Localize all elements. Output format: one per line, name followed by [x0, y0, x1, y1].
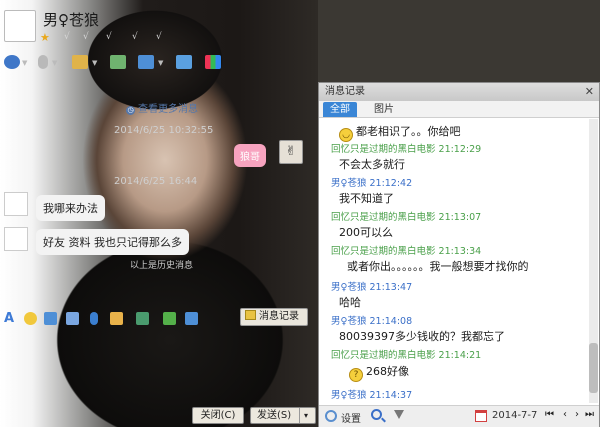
smile-emoji-icon: ◡ — [339, 128, 353, 142]
message-sender: 回忆只是过期的黑白电影 21:14:21 — [331, 350, 482, 361]
status-tick-icon: √ — [106, 32, 112, 42]
status-tick-icon: √ — [83, 32, 89, 42]
chat-toolbar: ▼ ▼ ▼ ▼ — [0, 52, 318, 74]
status-tick-icon: √ — [156, 32, 162, 42]
status-tick-icon: √ — [132, 32, 138, 42]
message-input[interactable] — [0, 332, 318, 402]
remote-icon[interactable] — [185, 312, 198, 325]
history-footer: 设置 2014-7-7 ⏮ ‹ › ⏭ — [319, 405, 599, 427]
contact-avatar-small[interactable] — [4, 192, 28, 216]
received-message-bubble: 我哪来办法 — [36, 195, 105, 221]
message-body: 都老相识了。。你给吧 — [356, 125, 461, 138]
message-sender: 男♀苍狼 21:12:42 — [331, 178, 413, 189]
contact-nickname: 男♀苍狼 — [43, 11, 99, 29]
next-page-button[interactable]: › — [575, 409, 579, 420]
message-sender: 回忆只是过期的黑白电影 21:13:07 — [331, 212, 482, 223]
history-title-bar: 消息记录 ✕ — [319, 83, 599, 101]
message-text: ◡ 都老相识了。。你给吧 — [339, 123, 461, 142]
message-timestamp: 2014/6/25 16:44 — [114, 176, 198, 187]
screenshot-icon[interactable] — [66, 312, 79, 325]
send-button-label: 发送(S) — [257, 410, 292, 421]
message-sender: 回忆只是过期的黑白电影 21:12:29 — [331, 144, 482, 155]
close-icon[interactable]: ✕ — [585, 83, 594, 101]
message-history-button[interactable]: 消息记录 — [240, 308, 308, 326]
message-history-panel: 消息记录 ✕ 全部 图片 ◡ 都老相识了。。你给吧 回忆只是过期的黑白电影 21:… — [318, 82, 600, 427]
message-sender: 男♀苍狼 21:14:37 — [331, 390, 413, 401]
thinking-emoji-icon: ? — [349, 368, 363, 382]
mic-icon[interactable] — [38, 55, 48, 69]
tab-images[interactable]: 图片 — [367, 102, 401, 117]
message-body: 268好像 — [366, 365, 409, 378]
history-message-list: ◡ 都老相识了。。你给吧 回忆只是过期的黑白电影 21:12:29 不会太多就行 … — [319, 119, 589, 403]
apps-grid-icon[interactable] — [205, 55, 221, 69]
message-sender: 男♀苍狼 21:13:47 — [331, 282, 413, 293]
gear-icon[interactable] — [325, 410, 337, 422]
first-page-button[interactable]: ⏮ — [545, 409, 554, 420]
message-timestamp: 2014/6/25 10:32:55 — [114, 125, 214, 136]
font-icon[interactable]: A — [4, 312, 17, 325]
history-icon — [245, 310, 256, 320]
divider — [299, 408, 300, 423]
app-icon[interactable] — [110, 55, 126, 69]
message-text: ? 268好像 — [349, 363, 409, 382]
last-page-button[interactable]: ⏭ — [585, 409, 594, 420]
chevron-down-icon[interactable]: ▾ — [304, 408, 308, 423]
history-date[interactable]: 2014-7-7 — [492, 410, 537, 421]
message-body: 我不知道了 — [339, 192, 394, 205]
image-icon[interactable] — [176, 55, 192, 69]
my-avatar[interactable]: ✌ — [279, 140, 303, 164]
history-divider-label: 以上是历史消息 — [130, 261, 194, 271]
shake-icon[interactable] — [44, 312, 57, 325]
message-body: 200可以么 — [339, 226, 393, 239]
send-button[interactable]: 发送(S) ▾ — [250, 407, 316, 424]
message-body: 哈哈 — [339, 296, 361, 309]
see-more-label: 查看更多消息 — [138, 104, 198, 115]
message-sender: 男♀苍狼 21:14:08 — [331, 316, 413, 327]
tab-all[interactable]: 全部 — [323, 102, 357, 117]
history-tabs: 全部 图片 — [319, 101, 599, 118]
chevron-down-icon[interactable]: ▼ — [158, 59, 163, 67]
message-body: 不会太多就行 — [339, 158, 405, 171]
message-body: 80039397多少钱收的？我都忘了 — [339, 330, 505, 343]
prev-page-button[interactable]: ‹ — [563, 409, 567, 420]
contact-avatar[interactable] — [4, 10, 36, 42]
message-history-label: 消息记录 — [259, 311, 299, 322]
message-sender: 回忆只是过期的黑白电影 21:13:34 — [331, 246, 482, 257]
close-button[interactable]: 关闭(C) — [192, 407, 244, 424]
status-tick-icon: √ — [64, 32, 70, 42]
screen-icon[interactable] — [138, 55, 154, 69]
clock-icon: ◷ — [126, 106, 135, 115]
chevron-down-icon[interactable]: ▼ — [52, 59, 57, 67]
calendar-icon[interactable] — [475, 410, 487, 422]
search-icon[interactable] — [371, 409, 382, 420]
scrollbar-thumb[interactable] — [589, 343, 598, 393]
voice-icon[interactable] — [90, 312, 98, 325]
music-icon[interactable] — [163, 312, 176, 325]
settings-button[interactable]: 设置 — [341, 410, 361, 425]
filter-icon[interactable] — [394, 410, 404, 419]
video-icon[interactable] — [4, 55, 20, 69]
emoji-icon[interactable] — [24, 312, 37, 325]
contact-avatar-small[interactable] — [4, 227, 28, 251]
chevron-down-icon[interactable]: ▼ — [92, 59, 97, 67]
photo-icon[interactable] — [136, 312, 149, 325]
received-message-bubble: 好友 资料 我也只记得那么多 — [36, 229, 189, 255]
chevron-down-icon[interactable]: ▼ — [22, 59, 27, 67]
doodle-icon[interactable] — [110, 312, 123, 325]
sent-message-bubble: 狼哥 — [234, 144, 266, 167]
star-level-icon: ★ — [40, 31, 50, 44]
history-title: 消息记录 — [325, 86, 365, 97]
see-more-link[interactable]: ◷ 查看更多消息 — [126, 100, 198, 115]
title-bar: 男♀苍狼 ★ √ √ √ √ √ — [0, 0, 318, 50]
message-body: 或者你出。。。。。。我一般想要才找你的 — [347, 260, 529, 273]
folder-icon[interactable] — [72, 55, 88, 69]
chat-window: 男♀苍狼 ★ √ √ √ √ √ ▼ ▼ ▼ ▼ ◷ 查看更多消息 2014/6/… — [0, 0, 318, 427]
